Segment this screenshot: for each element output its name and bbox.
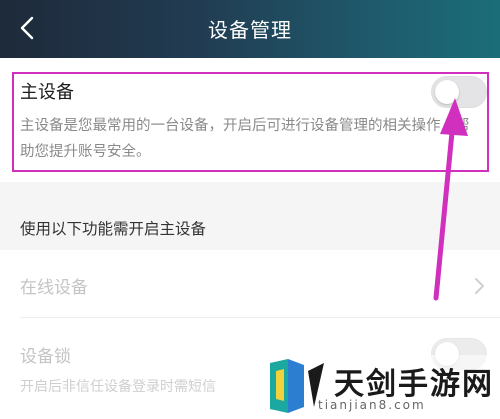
toggle-knob [435, 80, 459, 104]
device-management-screen: 设备管理 主设备 主设备是您最常用的一台设备，开启后可进行设备管理的相关操作，帮… [0, 0, 500, 419]
primary-device-label: 主设备 [20, 82, 74, 103]
device-lock-label: 设备锁 [20, 347, 71, 367]
watermark-brand: 天剑手游网 [334, 367, 494, 402]
chevron-right-icon[interactable] [472, 277, 486, 295]
features-caption: 使用以下功能需开启主设备 [20, 220, 207, 238]
device-lock-description: 开启后非信任设备登录时需短信 [20, 379, 216, 395]
watermark-url: tianjian8.com [318, 398, 426, 412]
page-title: 设备管理 [208, 18, 292, 42]
site-watermark: 天剑手游网 tianjian8.com [252, 355, 500, 419]
row-divider [20, 317, 500, 318]
online-devices-item[interactable]: 在线设备 [20, 273, 88, 298]
top-bar: 设备管理 [0, 0, 500, 58]
primary-device-description: 主设备是您最常用的一台设备，开启后可进行设备管理的相关操作，帮助您提升账号安全。 [20, 118, 470, 160]
primary-device-toggle[interactable] [431, 76, 487, 108]
